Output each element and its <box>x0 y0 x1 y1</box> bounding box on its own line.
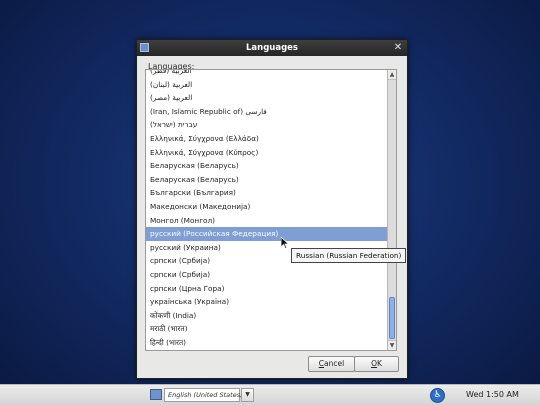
list-item[interactable]: српски (Србија) <box>146 268 388 282</box>
list-item[interactable]: українська (Україна) <box>146 295 388 309</box>
list-item[interactable]: Беларуская (Беларусь) <box>146 173 388 187</box>
list-item[interactable]: (العربية (قطر <box>146 70 388 78</box>
dialog-title: Languages <box>246 43 298 53</box>
mouse-pointer-icon <box>281 237 290 249</box>
list-item[interactable]: Македонски (Македонија) <box>146 200 388 214</box>
cancel-button[interactable]: Cancel <box>308 356 355 372</box>
keyboard-layout-select[interactable]: English (United States) <box>164 388 243 402</box>
ok-button-label: OK <box>371 359 382 368</box>
list-item[interactable]: मराठी (भारत) <box>146 322 388 336</box>
list-item[interactable]: العربية (لبنان) <box>146 78 388 92</box>
list-item[interactable]: العربية (مصر) <box>146 91 388 105</box>
flag-icon <box>150 389 162 400</box>
list-item-selected[interactable]: русский (Российская Федерация) <box>146 227 388 241</box>
list-item[interactable]: Монгол (Монгол) <box>146 214 388 228</box>
clock: Wed 1:50 AM <box>466 390 519 399</box>
list-item[interactable]: Ελληνικά, Σύγχρονα (Κύπρος) <box>146 146 388 160</box>
list-item[interactable]: Български (България) <box>146 186 388 200</box>
dialog-titlebar[interactable]: Languages ✕ <box>137 40 407 56</box>
chevron-down-icon[interactable]: ▼ <box>241 388 254 402</box>
language-tooltip: Russian (Russian Federation) <box>291 248 407 263</box>
list-item[interactable]: (עברית (ישראל <box>146 118 388 132</box>
list-item[interactable]: (Iran, Islamic Republic of) فارسی <box>146 105 388 119</box>
language-list[interactable]: (العربية (قطر العربية (لبنان) العربية (مصر… <box>145 69 397 351</box>
scrollbar-thumb[interactable] <box>389 297 395 339</box>
close-icon[interactable]: ✕ <box>393 42 403 53</box>
list-scrollbar[interactable]: ▲ ▼ <box>387 70 396 350</box>
ok-button[interactable]: OK <box>354 356 399 372</box>
list-item[interactable]: Беларуская (Беларусь) <box>146 159 388 173</box>
list-item[interactable]: हिन्दी (भारत) <box>146 336 388 350</box>
scroll-down-arrow-icon[interactable]: ▼ <box>388 340 396 350</box>
cancel-button-label: Cancel <box>318 359 345 368</box>
list-item[interactable]: Ελληνικά, Σύγχρονα (Ελλάδα) <box>146 132 388 146</box>
list-item[interactable]: српски (Црна Гора) <box>146 282 388 296</box>
scroll-up-arrow-icon[interactable]: ▲ <box>388 70 396 80</box>
language-rows: (العربية (قطر العربية (لبنان) العربية (مصر… <box>146 70 388 350</box>
accessibility-icon[interactable]: ♿ <box>430 388 445 403</box>
list-item[interactable]: कोंकणी (India) <box>146 309 388 323</box>
languages-dialog: Languages ✕ Languages: (العربية (قطر العر… <box>136 39 408 379</box>
taskbar: English (United States) ▼ ♿ Wed 1:50 AM <box>0 384 540 405</box>
